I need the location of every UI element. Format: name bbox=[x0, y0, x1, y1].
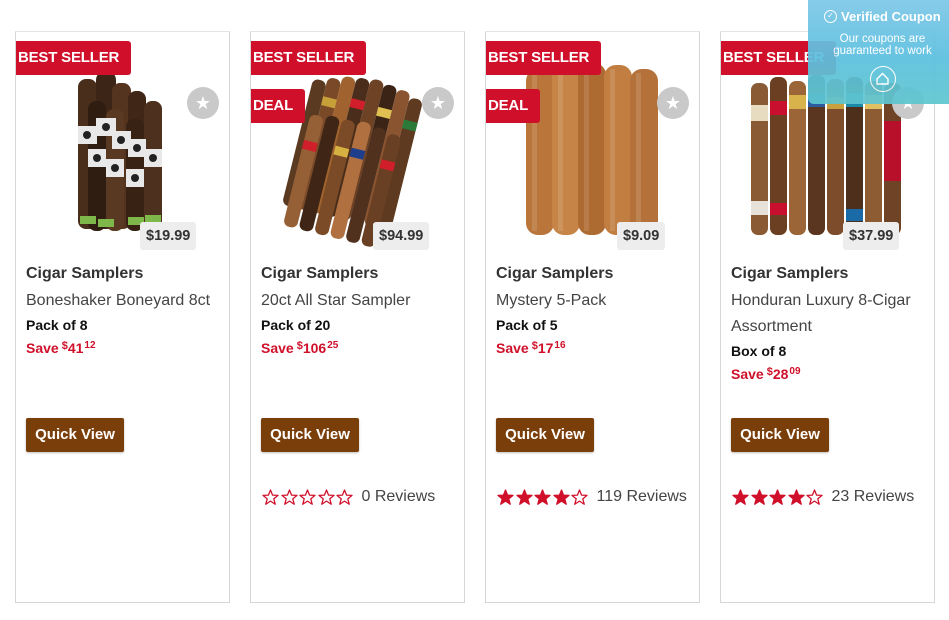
coupon-subtitle: Our coupons are guaranteed to work bbox=[833, 33, 932, 57]
coupon-logo-icon[interactable] bbox=[870, 66, 896, 92]
coupon-title: ✓ Verified Coupon bbox=[824, 9, 941, 24]
deal-badge: DEAL bbox=[486, 89, 541, 131]
best-seller-badge: BEST SELLER bbox=[16, 41, 132, 83]
product-brand: Cigar Samplers bbox=[26, 265, 144, 282]
star-filled-icon bbox=[732, 488, 749, 505]
pack-size: Pack of 5 bbox=[496, 317, 558, 333]
save-whole: 28 bbox=[772, 366, 789, 382]
product-info: Cigar Samplers Honduran Luxury 8-Cigar A… bbox=[731, 263, 926, 385]
price-tag: $37.99 bbox=[843, 222, 900, 250]
product-name[interactable]: Boneshaker Boneyard 8ct bbox=[26, 288, 221, 314]
save-label: Save bbox=[731, 366, 764, 382]
savings-amount: Save $4112 bbox=[26, 335, 221, 359]
product-card[interactable]: BEST SELLER ★ $19.99 Cigar Samplers Bone… bbox=[15, 31, 230, 603]
save-whole: 106 bbox=[302, 340, 327, 356]
deal-badge: DEAL bbox=[251, 89, 306, 131]
rating-stars bbox=[731, 488, 824, 507]
star-empty-icon bbox=[262, 488, 279, 505]
product-brand: Cigar Samplers bbox=[731, 265, 849, 282]
product-card[interactable]: BEST SELLER DEAL ★ $94.99 Cigar Samplers… bbox=[250, 31, 465, 603]
favorite-star-icon[interactable]: ★ bbox=[422, 87, 454, 119]
rating-stars bbox=[261, 488, 354, 507]
save-whole: 17 bbox=[537, 340, 554, 356]
best-seller-badge: BEST SELLER bbox=[251, 41, 367, 83]
product-image[interactable]: BEST SELLER DEAL ★ $94.99 bbox=[251, 31, 464, 256]
product-info: Cigar Samplers 20ct All Star Sampler Pac… bbox=[261, 263, 456, 359]
star-empty-icon bbox=[299, 488, 316, 505]
product-card[interactable]: BEST SELLER DEAL ★ $9.09 Cigar Samplers … bbox=[485, 31, 700, 603]
product-name[interactable]: Mystery 5-Pack bbox=[496, 288, 691, 314]
savings-amount: Save $10625 bbox=[261, 335, 456, 359]
product-name[interactable]: 20ct All Star Sampler bbox=[261, 288, 456, 314]
star-filled-icon bbox=[497, 488, 514, 505]
save-label: Save bbox=[261, 340, 294, 356]
product-info: Cigar Samplers Boneshaker Boneyard 8ct P… bbox=[26, 263, 221, 359]
pack-size: Box of 8 bbox=[731, 343, 787, 359]
save-label: Save bbox=[26, 340, 59, 356]
quick-view-button[interactable]: Quick View bbox=[496, 418, 594, 452]
star-empty-icon bbox=[806, 488, 823, 505]
price-tag: $9.09 bbox=[617, 222, 666, 250]
review-count[interactable]: 119 Reviews bbox=[597, 487, 687, 507]
star-empty-icon bbox=[317, 488, 335, 505]
savings-amount: Save $1716 bbox=[496, 335, 691, 359]
verified-check-icon: ✓ bbox=[824, 10, 837, 23]
review-count[interactable]: 0 Reviews bbox=[362, 487, 436, 507]
quick-view-button[interactable]: Quick View bbox=[26, 418, 124, 452]
star-filled-icon bbox=[534, 488, 551, 505]
star-filled-icon bbox=[552, 488, 570, 505]
product-image[interactable]: BEST SELLER ★ $19.99 bbox=[16, 31, 229, 256]
favorite-star-icon[interactable]: ★ bbox=[657, 87, 689, 119]
save-label: Save bbox=[496, 340, 529, 356]
star-filled-icon bbox=[515, 488, 533, 505]
favorite-star-icon[interactable]: ★ bbox=[187, 87, 219, 119]
save-cents: 09 bbox=[789, 366, 801, 377]
star-empty-icon bbox=[280, 488, 298, 505]
best-seller-badge: BEST SELLER bbox=[486, 41, 602, 83]
save-cents: 16 bbox=[554, 340, 566, 351]
rating[interactable]: 23 Reviews bbox=[731, 487, 914, 507]
save-whole: 41 bbox=[67, 340, 84, 356]
save-cents: 25 bbox=[327, 340, 339, 351]
verified-coupon-popup[interactable]: ✓ Verified Coupon Our coupons are guaran… bbox=[808, 0, 949, 104]
product-brand: Cigar Samplers bbox=[496, 265, 614, 282]
star-empty-icon bbox=[336, 488, 353, 505]
quick-view-button[interactable]: Quick View bbox=[261, 418, 359, 452]
product-image[interactable]: BEST SELLER DEAL ★ $9.09 bbox=[486, 31, 699, 256]
savings-amount: Save $2809 bbox=[731, 361, 926, 385]
product-info: Cigar Samplers Mystery 5-Pack Pack of 5 … bbox=[496, 263, 691, 359]
rating-stars bbox=[496, 488, 589, 507]
save-cents: 12 bbox=[84, 340, 96, 351]
star-filled-icon bbox=[787, 488, 805, 505]
pack-size: Pack of 20 bbox=[261, 317, 331, 333]
rating[interactable]: 0 Reviews bbox=[261, 487, 435, 507]
product-brand: Cigar Samplers bbox=[261, 265, 379, 282]
star-empty-icon bbox=[571, 488, 588, 505]
price-tag: $94.99 bbox=[373, 222, 430, 250]
quick-view-button[interactable]: Quick View bbox=[731, 418, 829, 452]
price-tag: $19.99 bbox=[140, 222, 197, 250]
product-card[interactable]: BEST SELLER ★ $37.99 Cigar Samplers Hond… bbox=[720, 31, 935, 603]
coupon-title-text: Verified Coupon bbox=[841, 9, 941, 24]
rating[interactable]: 119 Reviews bbox=[496, 487, 687, 507]
review-count[interactable]: 23 Reviews bbox=[832, 487, 915, 507]
pack-size: Pack of 8 bbox=[26, 317, 88, 333]
star-filled-icon bbox=[750, 488, 768, 505]
star-filled-icon bbox=[769, 488, 786, 505]
product-name[interactable]: Honduran Luxury 8-Cigar Assortment bbox=[731, 288, 926, 340]
